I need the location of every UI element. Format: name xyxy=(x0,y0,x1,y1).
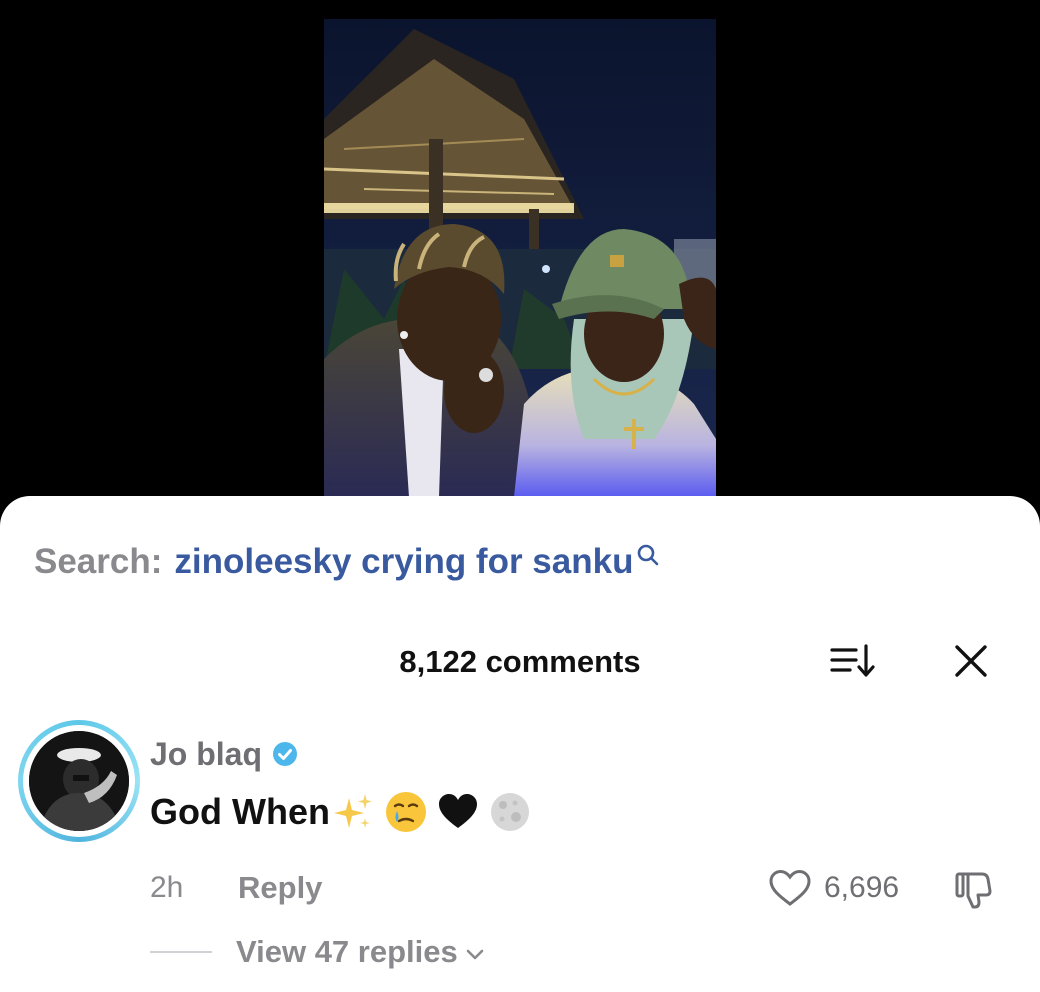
search-query-link[interactable]: zinoleesky crying for sanku xyxy=(174,540,633,584)
comment-author[interactable]: Jo blaq xyxy=(150,734,298,774)
view-replies-row[interactable]: View 47 replies xyxy=(150,930,486,974)
comment-text: God When xyxy=(150,791,330,832)
close-icon[interactable] xyxy=(952,642,990,680)
search-prefix-label: Search: xyxy=(34,542,163,581)
search-suggestion[interactable]: Search: zinoleesky crying for sanku xyxy=(34,540,661,584)
video-frame[interactable] xyxy=(324,19,716,497)
avatar-image xyxy=(29,731,129,831)
like-count: 6,696 xyxy=(824,871,900,904)
heart-icon[interactable] xyxy=(768,868,812,908)
chevron-down-icon xyxy=(466,949,484,960)
crying-face-emoji-icon xyxy=(385,792,426,832)
comments-header: 8,122 comments xyxy=(0,636,1040,684)
replies-divider xyxy=(150,951,212,953)
comment-timestamp: 2h xyxy=(150,871,184,904)
reply-button[interactable]: Reply xyxy=(238,868,322,908)
comment-actions: 2h Reply 6,696 xyxy=(0,864,1040,909)
search-icon[interactable] xyxy=(635,542,661,568)
full-moon-emoji-icon xyxy=(490,793,529,831)
username[interactable]: Jo blaq xyxy=(150,734,262,774)
thumbs-down-icon[interactable] xyxy=(952,868,996,912)
verified-badge-icon xyxy=(273,742,298,766)
video-still-image xyxy=(324,19,716,497)
sort-icon[interactable] xyxy=(830,642,876,680)
black-heart-emoji-icon xyxy=(438,794,477,828)
view-replies-button[interactable]: View 47 replies xyxy=(236,932,458,972)
sparkles-emoji-icon xyxy=(333,794,372,828)
comments-count: 8,122 comments xyxy=(399,644,641,679)
video-player[interactable] xyxy=(0,0,1040,520)
avatar-border xyxy=(23,725,135,837)
comment-body: God When xyxy=(150,788,532,836)
avatar[interactable] xyxy=(18,720,140,842)
